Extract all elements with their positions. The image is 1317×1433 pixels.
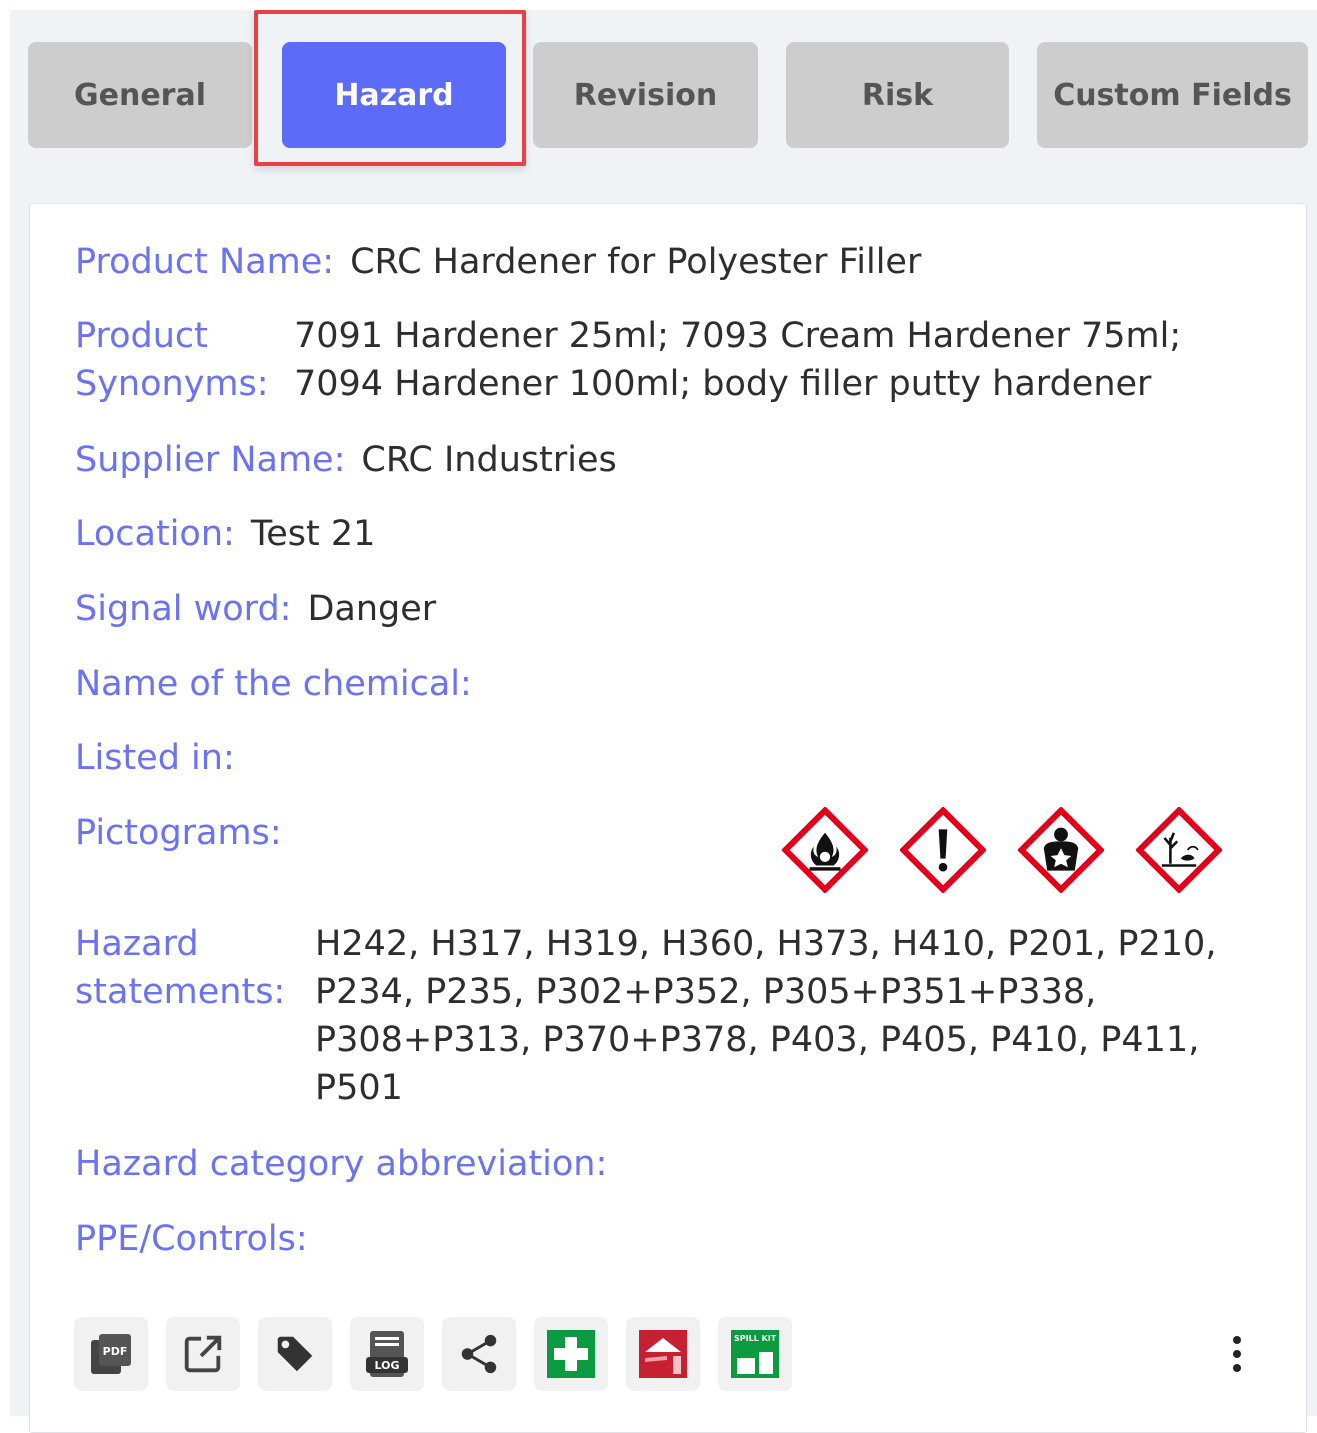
exclamation-mark-icon [900,807,986,893]
log-button[interactable]: LOG [350,1317,424,1391]
hazard-statements-label-line2: statements: [75,972,286,1012]
flame-over-circle-icon [782,807,868,893]
pictograms-label: Pictograms: [75,813,282,853]
supplier-name-value: CRC Industries [361,440,617,480]
tab-risk[interactable]: Risk [786,42,1009,148]
spill-kit-button[interactable]: SPILL KIT [718,1317,792,1391]
first-aid-icon [547,1330,595,1378]
kebab-dot [1233,1364,1241,1372]
log-icon: LOG [366,1331,408,1377]
product-synonyms-label-line1: Product [75,316,208,356]
open-external-icon [184,1335,222,1373]
product-synonyms-value-line1: 7091 Hardener 25ml; 7093 Cream Hardener … [294,316,1182,356]
hazard-statements-line2: P234, P235, P302+P352, P305+P351+P338, [315,972,1097,1012]
pdf-button[interactable]: PDF [74,1317,148,1391]
tag-button[interactable] [258,1317,332,1391]
active-tab-highlight [254,10,526,166]
signal-word-label: Signal word: [75,589,292,629]
hazard-statements-label: Hazard statements: [75,920,315,1016]
product-synonyms-label-line2: Synonyms: [75,364,269,404]
first-aid-button[interactable] [534,1317,608,1391]
open-external-button[interactable] [166,1317,240,1391]
product-name-value: CRC Hardener for Polyester Filler [350,242,922,282]
location-value: Test 21 [250,514,376,554]
listed-in-row: Listed in: [75,734,235,782]
hazard-category-label: Hazard category abbreviation: [75,1144,608,1184]
pictograms-row: Pictograms: [75,809,282,857]
signal-word-row: Signal word: Danger [75,585,436,633]
hazard-statements-line1: H242, H317, H319, H360, H373, H410, P201… [315,924,1217,964]
ppe-controls-row: PPE/Controls: [75,1215,308,1263]
product-synonyms-row: Product Synonyms: 7091 Hardener 25ml; 70… [75,312,1181,408]
product-synonyms-label: Product Synonyms: [75,312,294,408]
fire-extinguisher-button[interactable] [626,1317,700,1391]
supplier-name-label: Supplier Name: [75,440,346,480]
hazard-statements-row: Hazard statements: H242, H317, H319, H36… [75,920,1216,1112]
share-button[interactable] [442,1317,516,1391]
listed-in-label: Listed in: [75,738,235,778]
supplier-name-row: Supplier Name: CRC Industries [75,436,617,484]
tab-general[interactable]: General [28,42,252,148]
kebab-dot [1233,1350,1241,1358]
tab-custom-fields[interactable]: Custom Fields [1037,42,1308,148]
log-icon-text: LOG [375,1359,400,1372]
product-synonyms-value: 7091 Hardener 25ml; 7093 Cream Hardener … [294,312,1181,408]
chemical-name-row: Name of the chemical: [75,660,472,708]
hazard-statements-line4: P501 [315,1068,403,1108]
spill-kit-icon: SPILL KIT [731,1330,779,1378]
signal-word-value: Danger [307,589,437,629]
hazard-details-card: Product Name: CRC Hardener for Polyester… [29,203,1307,1433]
more-options-button[interactable] [1222,1330,1252,1378]
tag-icon [277,1336,313,1372]
health-hazard-icon [1018,807,1104,893]
hazard-category-row: Hazard category abbreviation: [75,1140,607,1188]
action-toolbar: PDF LOG SPILL KIT [74,1317,792,1391]
ppe-controls-label: PPE/Controls: [75,1219,308,1259]
location-label: Location: [75,514,235,554]
share-icon [461,1334,497,1374]
hazard-statements-line3: P308+P313, P370+P378, P403, P405, P410, … [315,1020,1200,1060]
hazard-statements-value: H242, H317, H319, H360, H373, H410, P201… [315,920,1216,1112]
product-synonyms-value-line2: 7094 Hardener 100ml; body filler putty h… [294,364,1152,404]
pdf-icon: PDF [91,1334,131,1374]
hazard-statements-label-line1: Hazard [75,924,199,964]
pdf-icon-text: PDF [103,1345,128,1358]
product-name-label: Product Name: [75,242,335,282]
location-row: Location: Test 21 [75,510,375,558]
fire-extinguisher-sign-icon [639,1330,687,1378]
kebab-dot [1233,1336,1241,1344]
tab-revision[interactable]: Revision [533,42,758,148]
environment-icon [1136,807,1222,893]
pictogram-list [782,807,1222,893]
product-name-row: Product Name: CRC Hardener for Polyester… [75,238,921,286]
spill-kit-icon-text: SPILL KIT [734,1334,777,1343]
chemical-name-label: Name of the chemical: [75,664,472,704]
